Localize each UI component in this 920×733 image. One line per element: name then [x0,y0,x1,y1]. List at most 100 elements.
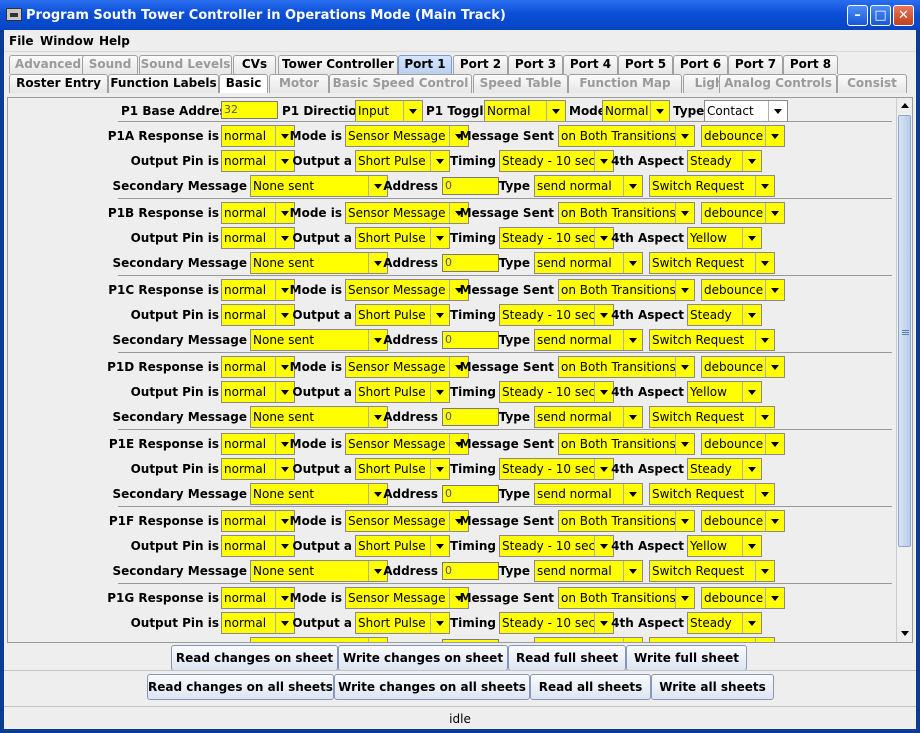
timing-select[interactable]: Steady - 10 sec [499,535,614,557]
tab-function-labels[interactable]: Function Labels [108,74,219,93]
output-a-select[interactable]: Short Pulse [355,535,450,557]
secondary-select[interactable]: None sent [250,560,388,582]
aspect-select[interactable]: Steady [687,304,762,326]
timing-select[interactable]: Steady - 10 sec [499,612,614,634]
mode-select[interactable]: Sensor Message [345,202,469,224]
direction-select[interactable]: Input [355,100,423,122]
mode-select[interactable]: Sensor Message [345,125,469,147]
tab-tower-controller[interactable]: Tower Controller [278,55,398,74]
response-select[interactable]: normal [221,356,295,378]
output-pin-select[interactable]: normal [221,381,295,403]
secondary-select[interactable]: None sent [250,483,388,505]
secondary-select[interactable]: None sent [250,406,388,428]
message-sent-select[interactable]: on Both Transitions [558,587,695,609]
response-select[interactable]: normal [221,125,295,147]
response-select[interactable]: normal [221,279,295,301]
write-changes-all-button[interactable]: Write changes on all sheets [334,674,530,700]
menu-help[interactable]: Help [99,34,130,48]
timing-select[interactable]: Steady - 10 sec [499,150,614,172]
scroll-down-icon[interactable] [897,626,912,642]
address-field[interactable]: 0 [442,254,499,272]
response-select[interactable]: normal [221,202,295,224]
type-select[interactable]: Contact [704,100,788,122]
output-a-select[interactable]: Short Pulse [355,150,450,172]
debounce-select[interactable]: debounce [701,125,785,147]
tab-port-3[interactable]: Port 3 [508,55,563,74]
debounce-select[interactable]: debounce [701,279,785,301]
mode-select[interactable]: Sensor Message [345,279,469,301]
aspect-select[interactable]: Steady [687,458,762,480]
aspect-select[interactable]: Yellow [687,535,762,557]
request-select[interactable]: Switch Request [649,175,775,197]
message-sent-select[interactable]: on Both Transitions [558,356,695,378]
request-select[interactable]: Switch Request [649,406,775,428]
tab-port-8[interactable]: Port 8 [783,55,838,74]
send-type-select[interactable]: send normal [534,406,643,428]
vertical-scrollbar[interactable] [896,98,912,642]
message-sent-select[interactable]: on Both Transitions [558,433,695,455]
aspect-select[interactable]: Yellow [687,227,762,249]
message-sent-select[interactable]: on Both Transitions [558,510,695,532]
tab-port-7[interactable]: Port 7 [728,55,783,74]
output-pin-select[interactable]: normal [221,535,295,557]
output-a-select[interactable]: Short Pulse [355,304,450,326]
mode-select[interactable]: Sensor Message [345,587,469,609]
output-pin-select[interactable]: normal [221,458,295,480]
close-button[interactable]: ✕ [893,5,914,26]
response-select[interactable]: normal [221,510,295,532]
address-field[interactable]: 0 [442,331,499,349]
output-a-select[interactable]: Short Pulse [355,227,450,249]
scroll-up-icon[interactable] [897,98,912,114]
request-select[interactable]: Switch Request [649,560,775,582]
output-pin-select[interactable]: normal [221,304,295,326]
output-pin-select[interactable]: normal [221,612,295,634]
secondary-select[interactable]: None sent [250,175,388,197]
tab-port-6[interactable]: Port 6 [673,55,728,74]
message-sent-select[interactable]: on Both Transitions [558,202,695,224]
minimize-button[interactable]: – [847,5,868,26]
mode-select[interactable]: Sensor Message [345,356,469,378]
secondary-select[interactable]: None sent [250,637,388,642]
menu-window[interactable]: Window [40,34,94,48]
address-field[interactable]: 0 [442,639,499,642]
tab-port-2[interactable]: Port 2 [453,55,508,74]
send-type-select[interactable]: send normal [534,329,643,351]
mode-select[interactable]: Normal [602,100,670,122]
message-sent-select[interactable]: on Both Transitions [558,279,695,301]
aspect-select[interactable]: Steady [687,612,762,634]
tab-port-5[interactable]: Port 5 [618,55,673,74]
output-pin-select[interactable]: normal [221,227,295,249]
debounce-select[interactable]: debounce [701,587,785,609]
send-type-select[interactable]: send normal [534,252,643,274]
read-full-sheet-button[interactable]: Read full sheet [508,645,626,671]
read-all-sheets-button[interactable]: Read all sheets [530,674,651,700]
output-a-select[interactable]: Short Pulse [355,458,450,480]
tab-port-4[interactable]: Port 4 [563,55,618,74]
request-select[interactable]: Switch Request [649,637,775,642]
tab-cvs[interactable]: CVs [233,55,276,74]
request-select[interactable]: Switch Request [649,252,775,274]
menu-file[interactable]: File [9,34,34,48]
mode-select[interactable]: Sensor Message [345,433,469,455]
aspect-select[interactable]: Steady [687,150,762,172]
tab-roster-entry[interactable]: Roster Entry [9,74,108,93]
debounce-select[interactable]: debounce [701,202,785,224]
tab-basic[interactable]: Basic [219,74,268,93]
address-field[interactable]: 0 [442,562,499,580]
address-field[interactable]: 0 [442,177,499,195]
write-all-sheets-button[interactable]: Write all sheets [651,674,774,700]
secondary-select[interactable]: None sent [250,252,388,274]
address-field[interactable]: 0 [442,485,499,503]
output-a-select[interactable]: Short Pulse [355,612,450,634]
debounce-select[interactable]: debounce [701,433,785,455]
send-type-select[interactable]: send normal [534,560,643,582]
message-sent-select[interactable]: on Both Transitions [558,125,695,147]
secondary-select[interactable]: None sent [250,329,388,351]
debounce-select[interactable]: debounce [701,510,785,532]
output-a-select[interactable]: Short Pulse [355,381,450,403]
aspect-select[interactable]: Yellow [687,381,762,403]
address-field[interactable]: 0 [442,408,499,426]
response-select[interactable]: normal [221,433,295,455]
request-select[interactable]: Switch Request [649,329,775,351]
write-full-sheet-button[interactable]: Write full sheet [626,645,747,671]
